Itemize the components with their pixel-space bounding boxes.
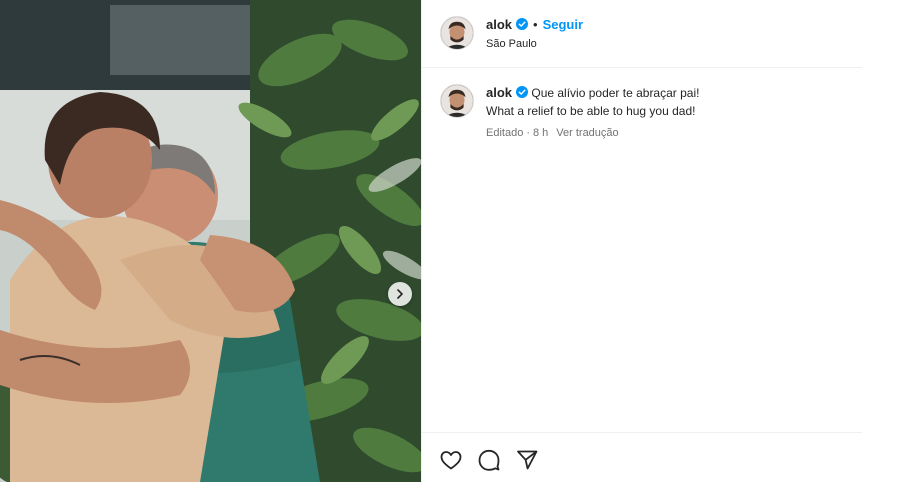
hug-photo-illustration [0, 0, 421, 482]
comment-icon [478, 449, 500, 471]
verified-badge-icon [516, 86, 529, 98]
share-icon [517, 450, 538, 470]
author-username[interactable]: alok [486, 17, 512, 32]
carousel-next-button[interactable] [388, 282, 412, 306]
caption-line-1: Que alívio poder te abraçar pai! [531, 86, 700, 100]
post-side-panel: alok • Seguir São Paulo alok Que alívio po… [421, 0, 911, 482]
post-age[interactable]: 8 h [533, 127, 548, 139]
separator-dot: • [533, 17, 538, 32]
header-author-line: alok • Seguir [486, 17, 583, 32]
caption-line-2: What a relief to be able to hug you dad! [486, 104, 696, 118]
follow-button[interactable]: Seguir [543, 17, 583, 32]
caption-meta: Editado · 8 h Ver tradução [486, 127, 619, 139]
caption-text: alok Que alívio poder te abraçar pai! Wh… [486, 84, 846, 120]
caption-username[interactable]: alok [486, 85, 512, 100]
author-avatar[interactable] [440, 16, 474, 50]
instagram-post: alok • Seguir São Paulo alok Que alívio po… [0, 0, 911, 497]
post-location[interactable]: São Paulo [486, 38, 537, 50]
avatar-face-icon [441, 17, 473, 49]
post-header: alok • Seguir São Paulo [422, 0, 862, 68]
edited-label: Editado [486, 127, 524, 139]
avatar-face-icon [441, 85, 473, 117]
chevron-right-icon [397, 289, 404, 299]
post-photo[interactable] [0, 0, 421, 482]
caption-avatar[interactable] [440, 84, 474, 118]
verified-badge-icon [516, 18, 529, 30]
meta-separator: · [526, 127, 530, 139]
see-translation-link[interactable]: Ver tradução [556, 127, 618, 139]
share-button[interactable] [514, 447, 540, 473]
like-button[interactable] [438, 447, 464, 473]
comment-button[interactable] [476, 447, 502, 473]
heart-icon [440, 451, 462, 470]
action-bar [422, 432, 862, 482]
